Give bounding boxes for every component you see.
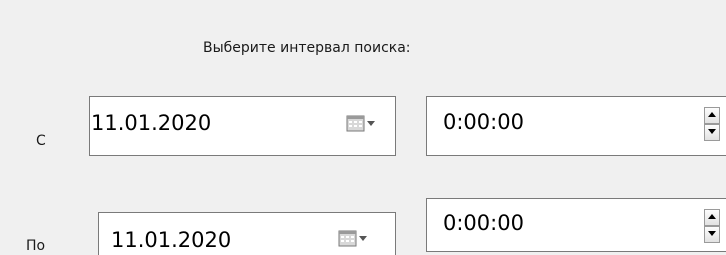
to-time-up-button[interactable] (704, 209, 720, 226)
to-label: По (26, 238, 46, 254)
from-date-dropdown-button[interactable] (344, 113, 384, 135)
chevron-down-icon (367, 121, 375, 126)
to-time-value: 0:00:00 (443, 211, 524, 235)
arrow-up-icon (708, 214, 716, 219)
from-date-picker[interactable]: 11.01.2020 (89, 96, 396, 156)
arrow-up-icon (708, 112, 716, 117)
arrow-down-icon (708, 129, 716, 134)
to-date-dropdown-button[interactable] (336, 228, 376, 250)
to-date-picker[interactable]: 11.01.2020 (98, 212, 396, 255)
to-time-field[interactable]: 0:00:00 (426, 198, 726, 252)
from-time-down-button[interactable] (704, 124, 720, 141)
from-time-value: 0:00:00 (443, 110, 524, 134)
from-time-up-button[interactable] (704, 107, 720, 124)
from-label: С (36, 133, 46, 149)
search-interval-heading: Выберите интервал поиска: (203, 40, 411, 56)
from-time-spinner[interactable] (704, 107, 720, 145)
from-time-field[interactable]: 0:00:00 (426, 96, 726, 156)
to-time-spinner[interactable] (704, 209, 720, 247)
calendar-icon (346, 115, 375, 132)
to-time-down-button[interactable] (704, 226, 720, 243)
calendar-icon (338, 230, 367, 247)
from-date-value: 11.01.2020 (91, 111, 212, 135)
chevron-down-icon (359, 236, 367, 241)
to-date-value: 11.01.2020 (111, 228, 232, 252)
arrow-down-icon (708, 231, 716, 236)
